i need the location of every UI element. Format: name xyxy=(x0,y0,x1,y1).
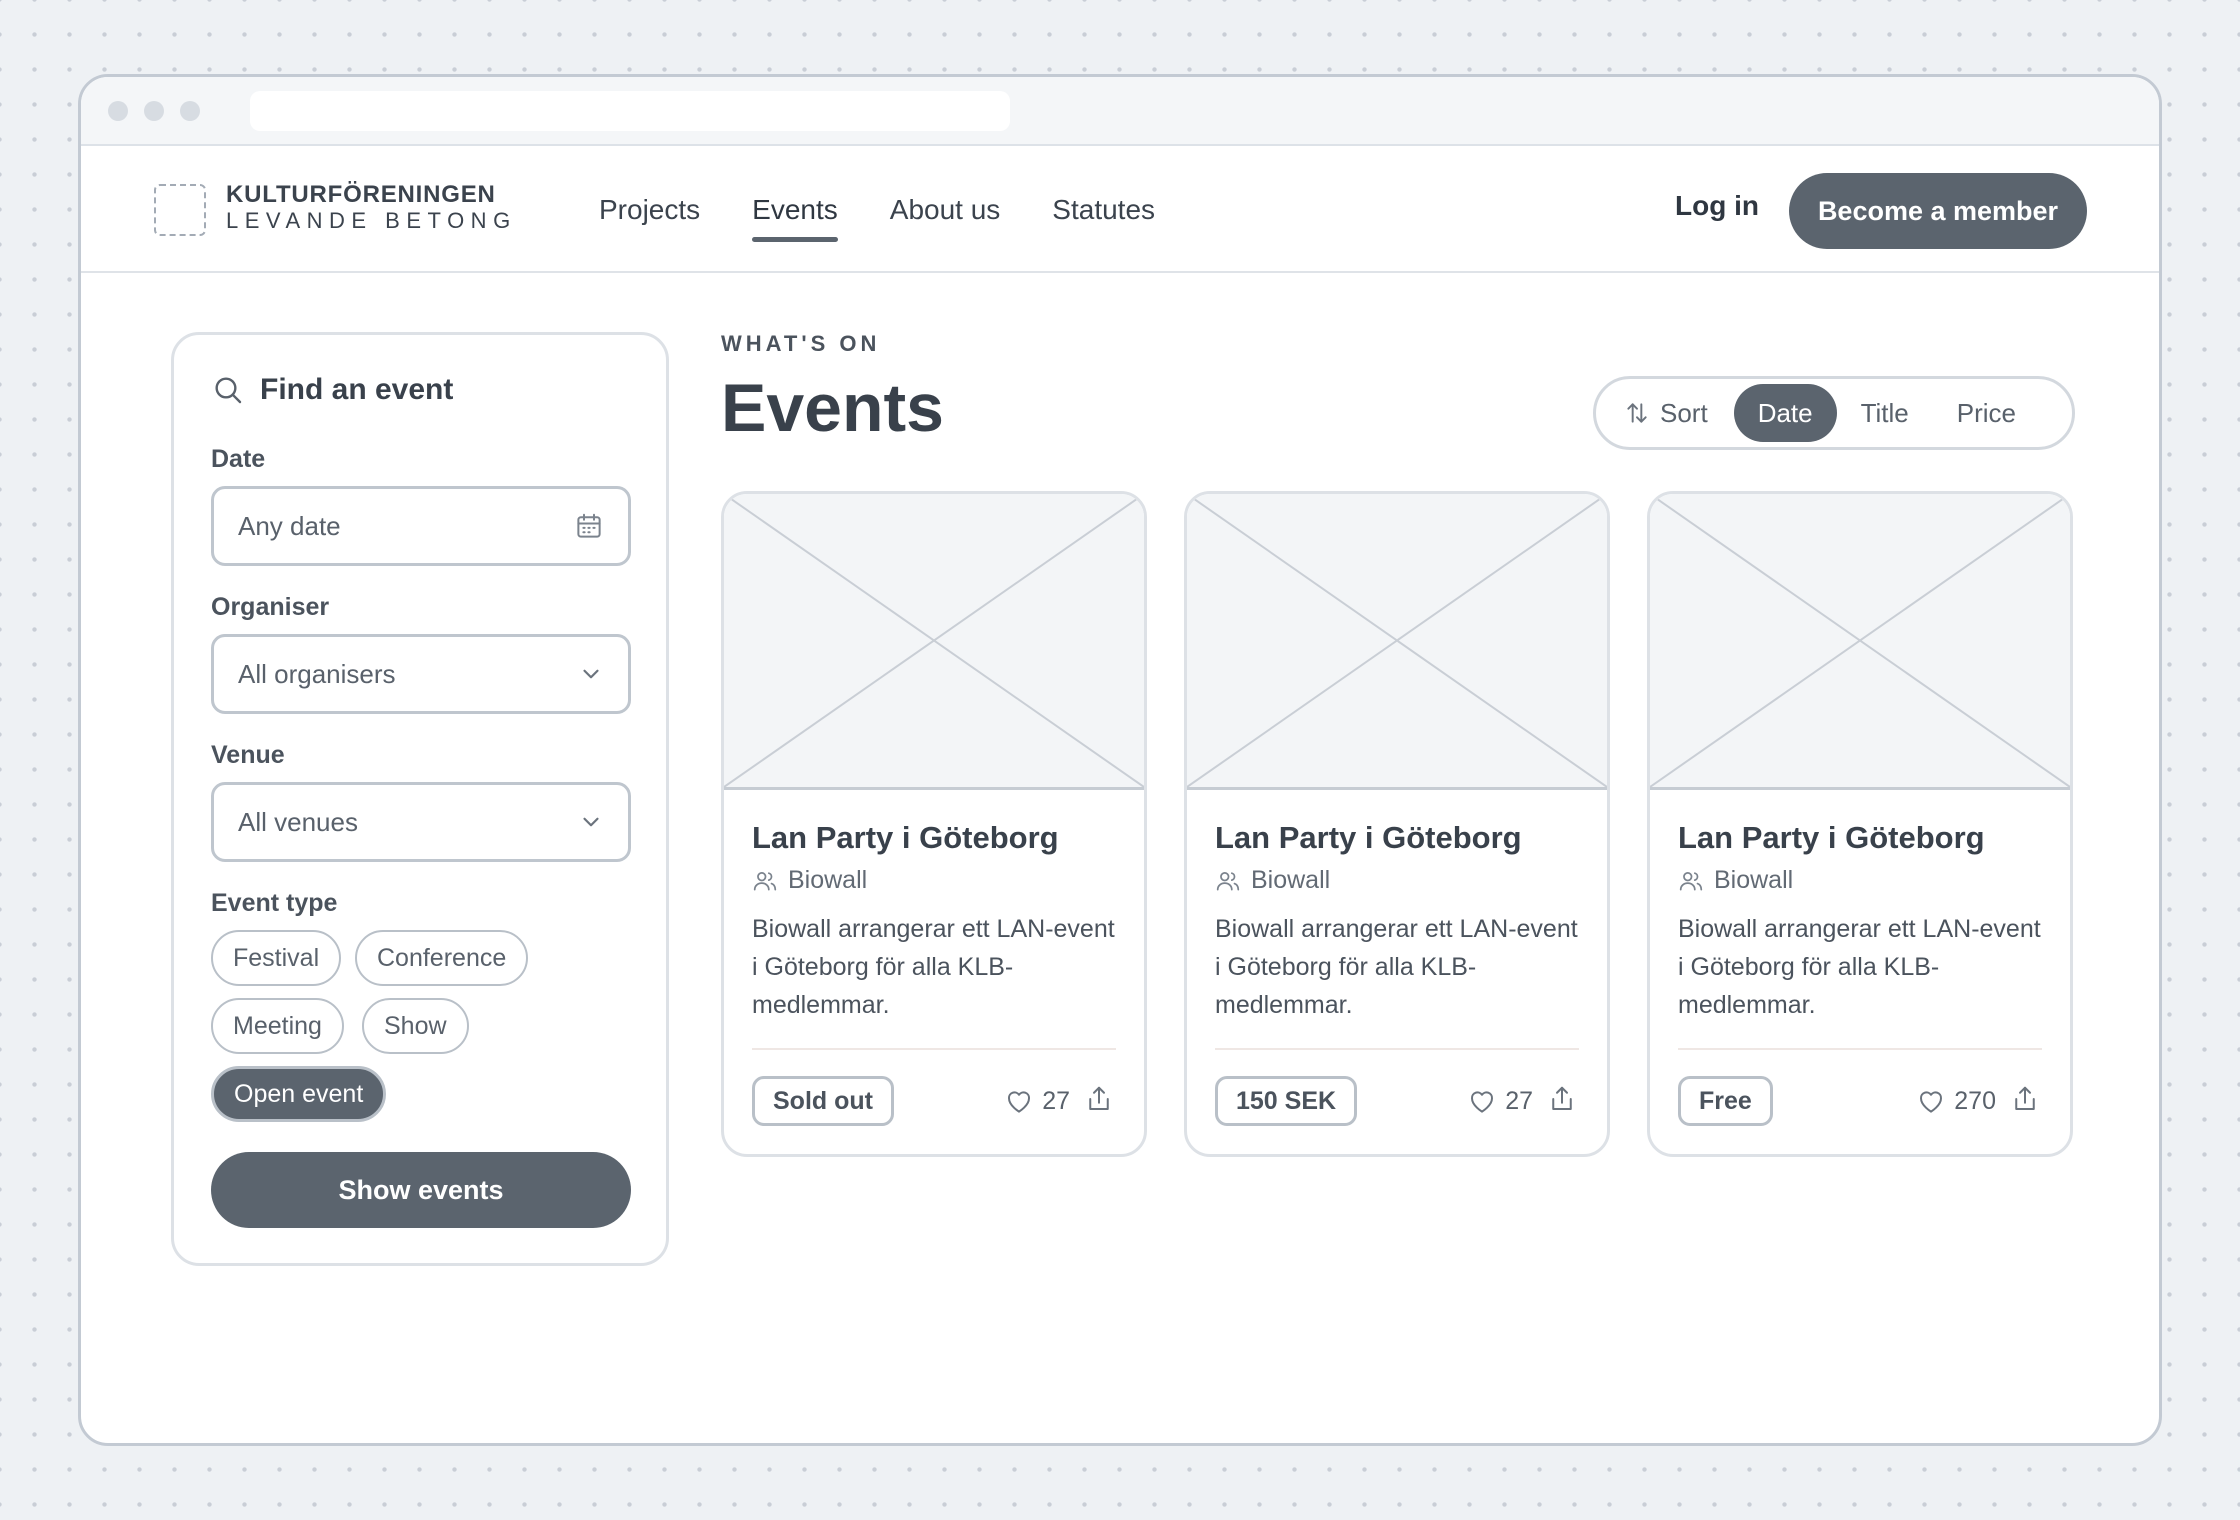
site-header: KULTURFÖRENINGEN LEVANDE BETONG Projects… xyxy=(81,146,2159,273)
price-badge: Free xyxy=(1678,1076,1773,1126)
nav-item-about-us[interactable]: About us xyxy=(890,186,1001,234)
date-field-value: Any date xyxy=(238,510,341,541)
page-title: Events xyxy=(721,370,944,446)
price-badge: Sold out xyxy=(752,1076,894,1126)
event-description: Biowall arrangerar ett LAN-event i Göteb… xyxy=(1215,915,1578,1019)
users-icon xyxy=(1679,871,1703,891)
section-eyebrow: WHAT'S ON xyxy=(721,331,881,356)
chip-meeting[interactable]: Meeting xyxy=(211,998,344,1054)
users-icon xyxy=(753,871,777,891)
event-card[interactable]: Lan Party i Göteborg Biowall Biowall arr… xyxy=(1647,491,2073,1157)
event-description: Biowall arrangerar ett LAN-event i Göteb… xyxy=(752,915,1115,1019)
brand-name[interactable]: KULTURFÖRENINGEN xyxy=(226,181,496,209)
event-organiser-name: Biowall xyxy=(788,866,868,894)
event-card[interactable]: Lan Party i Göteborg Biowall Biowall arr… xyxy=(721,491,1147,1157)
event-organiser: Biowall xyxy=(1215,866,1330,895)
chevron-down-icon xyxy=(583,669,599,679)
event-organiser: Biowall xyxy=(1678,866,1793,895)
sort-arrows-icon xyxy=(1627,403,1647,423)
date-field[interactable]: Any date xyxy=(211,486,631,566)
image-placeholder xyxy=(1650,494,2070,790)
address-bar[interactable] xyxy=(250,90,1010,131)
organiser-select-value: All organisers xyxy=(238,658,396,689)
window-dot-minimize[interactable] xyxy=(144,100,164,121)
nav-item-events[interactable]: Events xyxy=(752,186,838,242)
image-placeholder xyxy=(724,494,1144,790)
like-button[interactable]: 27 xyxy=(1467,1086,1533,1116)
share-icon[interactable] xyxy=(1084,1084,1114,1114)
window-dot-maximize[interactable] xyxy=(180,100,200,121)
calendar-icon xyxy=(577,513,601,538)
sort-option-title[interactable]: Title xyxy=(1837,384,1933,442)
organiser-select[interactable]: All organisers xyxy=(211,634,631,714)
event-title[interactable]: Lan Party i Göteborg xyxy=(1678,820,1985,856)
organiser-label: Organiser xyxy=(211,593,330,621)
sort-option-date[interactable]: Date xyxy=(1733,384,1837,442)
event-description: Biowall arrangerar ett LAN-event i Göteb… xyxy=(1678,915,2041,1019)
event-title[interactable]: Lan Party i Göteborg xyxy=(1215,820,1522,856)
nav-item-statutes[interactable]: Statutes xyxy=(1052,186,1155,234)
search-icon xyxy=(215,377,242,404)
venue-select[interactable]: All venues xyxy=(211,782,631,862)
logo-placeholder[interactable] xyxy=(154,184,206,236)
like-count: 27 xyxy=(1505,1086,1533,1115)
like-button[interactable]: 27 xyxy=(1004,1086,1070,1116)
event-organiser: Biowall xyxy=(752,866,867,895)
heart-icon xyxy=(1008,1091,1031,1113)
main-nav: Projects Events About us Statutes xyxy=(599,146,1207,273)
chevron-down-icon xyxy=(583,817,599,827)
chip-conference[interactable]: Conference xyxy=(355,930,529,986)
venue-select-value: All venues xyxy=(238,806,358,837)
browser-chrome xyxy=(81,77,2159,146)
filter-title-text: Find an event xyxy=(260,373,454,406)
date-label: Date xyxy=(211,445,266,473)
sort-option-price[interactable]: Price xyxy=(1933,384,2040,442)
image-placeholder xyxy=(1187,494,1607,790)
event-type-label: Event type xyxy=(211,889,338,917)
chip-festival[interactable]: Festival xyxy=(211,930,342,986)
event-organiser-name: Biowall xyxy=(1251,866,1331,894)
brand-tagline[interactable]: LEVANDE BETONG xyxy=(226,208,517,234)
event-organiser-name: Biowall xyxy=(1714,866,1794,894)
users-icon xyxy=(1216,871,1240,891)
like-count: 270 xyxy=(1954,1086,1996,1115)
window-dot-close[interactable] xyxy=(108,100,128,121)
filter-panel-title: Find an event xyxy=(212,373,453,407)
like-button[interactable]: 270 xyxy=(1916,1086,1996,1116)
show-events-button[interactable]: Show events xyxy=(211,1152,631,1228)
sort-label: Sort xyxy=(1624,398,1708,429)
share-icon[interactable] xyxy=(1547,1084,1577,1114)
price-badge: 150 SEK xyxy=(1215,1076,1358,1126)
venue-label: Venue xyxy=(211,741,285,769)
login-link[interactable]: Log in xyxy=(1675,190,1759,222)
chip-show[interactable]: Show xyxy=(362,998,469,1054)
card-divider xyxy=(752,1048,1116,1050)
event-card[interactable]: Lan Party i Göteborg Biowall Biowall arr… xyxy=(1184,491,1610,1157)
browser-window: KULTURFÖRENINGEN LEVANDE BETONG Projects… xyxy=(78,74,2162,1446)
card-divider xyxy=(1678,1048,2042,1050)
card-divider xyxy=(1215,1048,1579,1050)
sort-control: Sort Date Title Price xyxy=(1593,376,2075,450)
event-title[interactable]: Lan Party i Göteborg xyxy=(752,820,1059,856)
filter-panel: Find an event Date Any date Organiser Al… xyxy=(171,332,669,1266)
heart-icon xyxy=(1471,1091,1494,1113)
sort-label-text: Sort xyxy=(1660,397,1708,428)
share-icon[interactable] xyxy=(2010,1084,2040,1114)
chip-open-event[interactable]: Open event xyxy=(211,1066,387,1122)
like-count: 27 xyxy=(1042,1086,1070,1115)
nav-item-projects[interactable]: Projects xyxy=(599,186,700,234)
heart-icon xyxy=(1920,1091,1943,1113)
become-member-button[interactable]: Become a member xyxy=(1789,173,2087,249)
